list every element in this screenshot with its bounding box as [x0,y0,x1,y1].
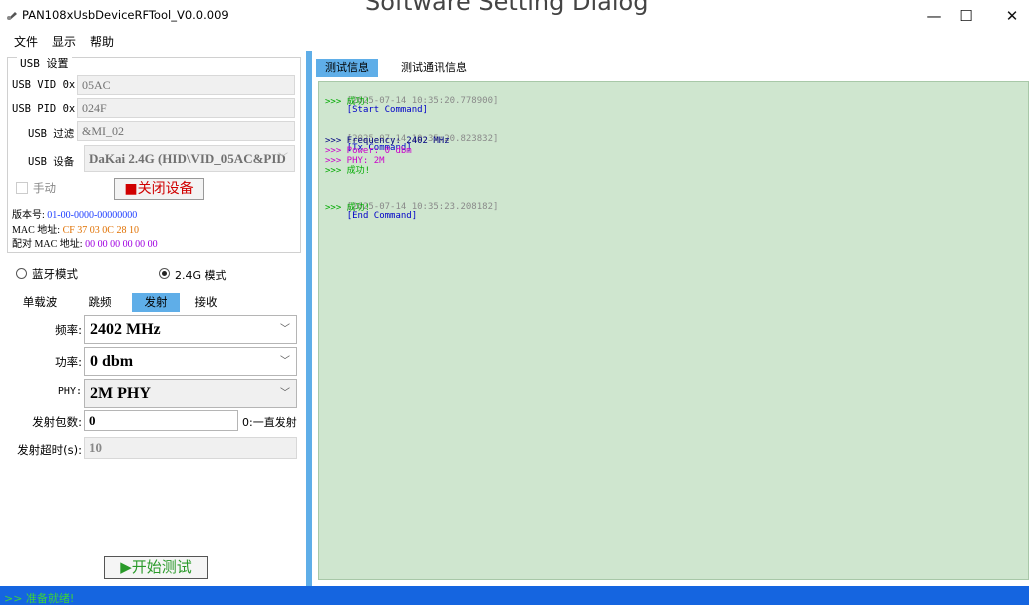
menu-bar [0,31,1029,51]
pid-field[interactable]: 024F [77,98,295,118]
power-select[interactable]: 0 dbm ﹀ [84,347,297,376]
vid-label: USB VID 0x [12,79,76,91]
window-title: PAN108xUsbDeviceRFTool_V0.0.009 [22,8,229,22]
chevron-down-icon: ﹀ [280,324,290,335]
pair-mac-label: 配对 MAC 地址: [12,239,83,250]
tab-test-info[interactable]: 测试信息 [316,59,378,77]
power-select-value: 0 dbm [90,353,134,370]
app-icon [7,12,17,20]
pair-mac-row: 配对 MAC 地址: 00 00 00 00 00 00 [12,235,158,250]
tab-receive[interactable]: 接收 [186,293,226,312]
manual-checkbox[interactable] [16,182,28,194]
power-label: 功率: [55,355,82,369]
mac-row: MAC 地址: CF 37 03 0C 28 10 [12,221,139,236]
tab-single-carrier[interactable]: 单载波 [18,293,62,312]
phy-label: PHY: [57,386,82,397]
pair-mac-value: 00 00 00 00 00 00 [85,239,158,250]
timeout-field[interactable]: 10 [84,437,297,459]
overlay-dialog-title: Software Setting Dialog [365,0,649,16]
filter-field[interactable]: &MI_02 [77,121,295,141]
status-text: >> 准备就绪! [4,592,75,605]
log-line: >>> 成功! [325,166,371,176]
log-line: >>> 成功! [325,97,371,107]
tab-hopping[interactable]: 跳频 [80,293,120,312]
close-device-button[interactable]: ■关闭设备 [114,178,204,200]
menu-file[interactable]: 文件 [14,33,38,50]
freq-label: 频率: [55,323,82,337]
log-output[interactable]: [2025-07-14 10:35:20.778900] [Start Comm… [318,81,1029,580]
bluetooth-mode-label: 蓝牙模式 [32,267,78,281]
panel-splitter[interactable] [306,51,312,586]
close-window-button[interactable]: ✕ [997,4,1027,28]
menu-view[interactable]: 显示 [52,33,76,50]
version-row: 版本号: 01-00-0000-00000000 [12,206,137,221]
timeout-label: 发射超时(s): [17,443,82,457]
freq-select[interactable]: 2402 MHz ﹀ [84,315,297,344]
count-hint: 0:一直发射 [242,416,297,429]
minimize-button[interactable]: — [919,4,949,28]
count-label: 发射包数: [32,415,82,429]
phy-select-value: 2M PHY [90,385,151,402]
bluetooth-mode-radio[interactable] [16,268,27,279]
log-line: >>> Frequency: 2402 MHz [325,136,450,146]
start-test-button[interactable]: ▶开始测试 [104,556,208,579]
chevron-down-icon: ﹀ [280,388,290,399]
tab-comm-info[interactable]: 测试通讯信息 [390,59,478,77]
device-select[interactable]: DaKai 2.4G (HID\VID_05AC&PID ﹀ [84,145,295,172]
filter-label: USB 过滤 [28,128,75,140]
chevron-down-icon: ﹀ [280,356,290,367]
chevron-down-icon: ﹀ [278,153,288,164]
manual-label: 手动 [33,181,56,195]
vid-field[interactable]: 05AC [77,75,295,95]
device-select-value: DaKai 2.4G (HID\VID_05AC&PID [89,151,286,166]
pid-label: USB PID 0x [12,103,76,115]
version-value: 01-00-0000-00000000 [47,210,138,221]
version-label: 版本号: [12,210,45,221]
log-line: >>> 成功! [325,203,371,213]
maximize-button[interactable]: ☐ [951,4,981,28]
status-bar [0,586,1029,605]
usb-settings-legend: USB 设置 [17,55,72,71]
g24-mode-radio[interactable] [159,268,170,279]
count-input[interactable]: 0 [84,410,238,431]
phy-select[interactable]: 2M PHY ﹀ [84,379,297,408]
g24-mode-label: 2.4G 模式 [175,269,227,282]
log-line: >>> PHY: 2M [325,156,385,166]
freq-select-value: 2402 MHz [90,321,161,338]
log-line: >>> Power: 0 dbm [325,146,412,156]
tab-transmit[interactable]: 发射 [132,293,180,312]
menu-help[interactable]: 帮助 [90,33,114,50]
device-label: USB 设备 [28,156,75,168]
